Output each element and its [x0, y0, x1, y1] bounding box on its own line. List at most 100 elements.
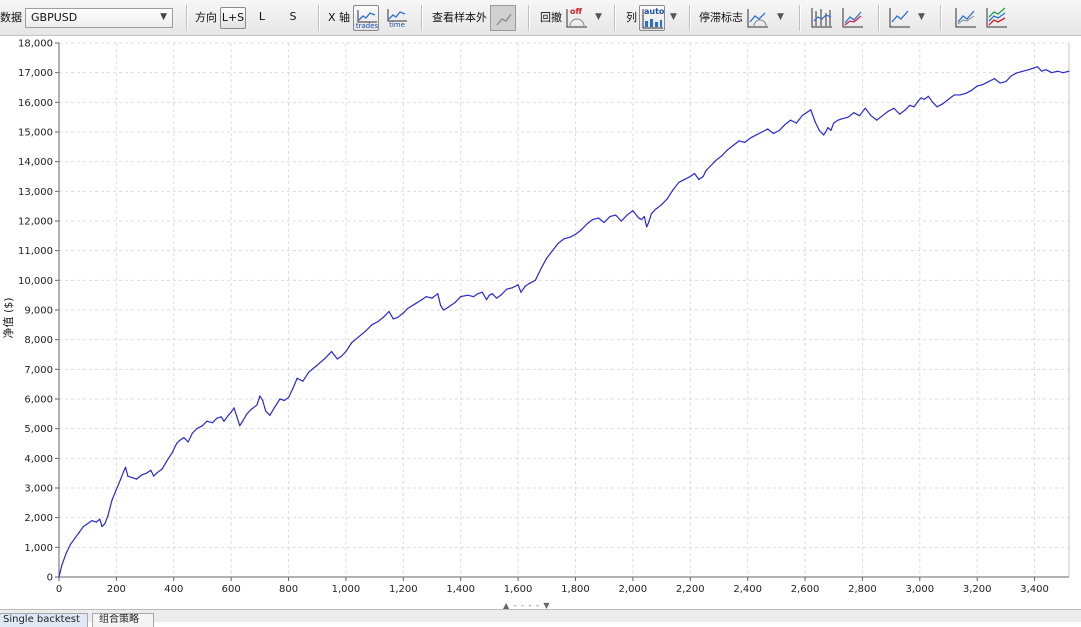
equity-data-point — [790, 119, 792, 121]
equity-data-point — [61, 564, 63, 566]
tab-portfolio[interactable]: 组合策略 — [92, 613, 154, 627]
equity-data-point — [534, 279, 536, 281]
x-tick-label: 2,200 — [676, 584, 705, 595]
chevron-down-icon[interactable]: ▼ — [670, 12, 677, 22]
equity-data-point — [155, 472, 158, 474]
equity-data-point — [626, 214, 628, 216]
y-tick-label: 1,000 — [24, 543, 53, 554]
equity-data-point — [308, 371, 310, 373]
y-tick-label: 17,000 — [18, 68, 53, 79]
columns-auto-text: auto — [644, 7, 665, 16]
equity-data-point — [847, 116, 849, 118]
equity-data-point — [122, 471, 125, 473]
chevron-down-icon[interactable]: ▼ — [918, 12, 925, 22]
equity-data-point — [388, 310, 390, 313]
equity-data-point — [414, 303, 416, 305]
equity-data-point — [477, 293, 479, 295]
equity-data-point — [101, 525, 103, 528]
equity-data-point — [187, 441, 189, 443]
equity-data-point — [643, 215, 645, 218]
equity-data-point — [1041, 70, 1043, 72]
equity-data-point — [726, 149, 729, 151]
symbol-value: GBPUSD — [31, 11, 78, 24]
equity-data-point — [1068, 70, 1070, 72]
direction-long-button[interactable]: L — [252, 7, 272, 29]
direction-ls-button[interactable]: L+S — [220, 7, 246, 29]
equity-data-point — [586, 223, 588, 225]
out-of-sample-label: 查看样本外 — [432, 11, 487, 24]
equity-data-point — [358, 336, 360, 338]
equity-data-point — [425, 296, 427, 298]
stagnation-button[interactable] — [745, 5, 771, 31]
drawdown-toggle-button[interactable]: off — [564, 5, 590, 31]
equity-data-point — [837, 119, 839, 121]
trades-text: trades — [355, 22, 379, 30]
equity-data-point — [256, 404, 258, 406]
single-series-button[interactable] — [953, 5, 979, 31]
equity-data-point — [524, 285, 526, 287]
equity-data-point — [709, 165, 711, 167]
equity-data-point — [976, 85, 978, 87]
equity-data-point — [69, 543, 72, 545]
equity-data-point — [145, 472, 148, 474]
equity-data-point — [120, 478, 122, 480]
equity-data-point — [302, 380, 304, 382]
tab-single-backtest[interactable]: Single backtest — [0, 613, 88, 627]
xaxis-time-button[interactable]: time — [384, 5, 410, 31]
x-tick-label: 3,200 — [963, 584, 992, 595]
equity-data-point — [131, 477, 133, 479]
x-tick-label: 1,000 — [332, 584, 361, 595]
equity-data-point — [442, 309, 445, 311]
equity-data-point — [396, 316, 399, 319]
drawdown-off-text: off — [570, 7, 582, 16]
equity-data-point — [74, 537, 76, 540]
equity-data-point — [993, 78, 996, 80]
equity-data-point — [795, 122, 798, 124]
x-tick-label: 1,200 — [389, 584, 418, 595]
symbol-select[interactable]: GBPUSD ▼ — [25, 8, 173, 28]
equity-data-point — [801, 115, 803, 117]
equity-data-point — [540, 267, 542, 270]
equity-data-point — [597, 217, 600, 219]
equity-data-point — [481, 291, 483, 293]
equity-data-point — [825, 131, 827, 133]
equity-data-point — [1016, 72, 1018, 74]
y-tick-label: 14,000 — [18, 157, 53, 168]
line-chart-icon — [842, 8, 863, 28]
equity-data-point — [899, 113, 901, 115]
equity-data-point — [376, 321, 379, 323]
red-line-chart-button[interactable] — [840, 5, 866, 31]
x-tick-label: 2,400 — [733, 584, 762, 595]
multi-series-button[interactable] — [984, 5, 1010, 31]
equity-data-point — [876, 119, 878, 121]
equity-data-point — [805, 112, 808, 114]
columns-auto-button[interactable]: auto — [639, 5, 665, 31]
equity-data-point — [546, 257, 548, 259]
bar-chart-button[interactable] — [809, 5, 835, 31]
equity-chart-button[interactable] — [887, 5, 913, 31]
direction-short-button[interactable]: S — [283, 7, 303, 29]
equity-data-point — [563, 238, 565, 240]
equity-data-point — [511, 287, 513, 289]
x-tick-label: 1,400 — [446, 584, 475, 595]
equity-data-point — [196, 428, 198, 430]
equity-data-point — [95, 521, 97, 523]
equity-data-point — [351, 342, 353, 344]
equity-data-point — [947, 98, 950, 100]
out-of-sample-button[interactable] — [490, 5, 516, 31]
xaxis-trades-button[interactable]: trades — [353, 5, 379, 31]
equity-data-point — [517, 284, 519, 286]
y-tick-label: 15,000 — [18, 128, 53, 139]
equity-data-point — [755, 134, 757, 136]
equity-data-point — [666, 198, 668, 200]
equity-data-point — [609, 215, 611, 218]
chevron-down-icon[interactable]: ▼ — [595, 12, 602, 22]
chevron-down-icon[interactable]: ▼ — [777, 12, 784, 22]
equity-data-point — [58, 576, 60, 578]
equity-data-point — [953, 94, 955, 96]
x-tick-label: 0 — [56, 584, 62, 595]
equity-data-point — [135, 478, 138, 480]
equity-data-point — [264, 410, 267, 412]
equity-data-point — [99, 518, 101, 520]
equity-data-point — [1005, 80, 1007, 83]
